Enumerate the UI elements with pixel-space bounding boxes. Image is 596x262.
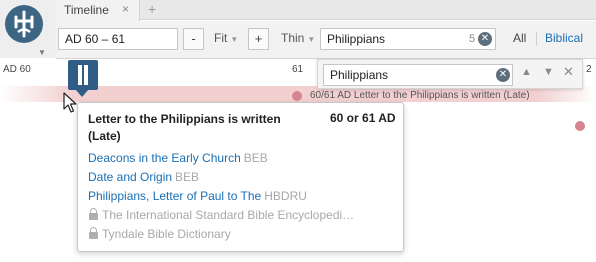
fit-dropdown[interactable]: Fit ▼ [214,31,238,45]
resource-abbr: BEB [175,170,200,184]
find-value: Philippians [330,68,389,82]
find-input[interactable]: Philippians ✕ [323,64,513,86]
bookmark-pin-icon[interactable] [68,60,98,97]
axis-label-start: AD 60 [3,64,31,75]
list-item[interactable]: Deacons in the Early Church BEB [88,151,398,170]
fit-label: Fit [214,31,228,45]
app-logo-icon [5,5,43,43]
axis-label-right: 2 [586,64,592,75]
resource-link[interactable]: Deacons in the Early Church [88,151,241,165]
lock-icon [88,208,98,220]
popover-date: 60 or 61 AD [330,111,396,125]
locked-resource-label: Tyndale Bible Dictionary [102,227,231,241]
filter-biblical-button[interactable]: Biblical [545,31,583,45]
date-range-input[interactable] [58,28,178,50]
chevron-down-icon: ▼ [230,35,239,44]
search-value: Philippians [327,32,386,46]
resource-link[interactable]: Date and Origin [88,170,172,184]
pin-glyph [78,65,88,85]
event-marker[interactable] [292,91,302,101]
list-item[interactable]: Date and Origin BEB [88,170,398,189]
density-dropdown[interactable]: Thin ▼ [281,31,315,45]
resource-abbr: BEB [243,151,268,165]
find-next-icon[interactable]: ▼ [543,66,554,78]
add-tab-button[interactable]: + [148,1,156,17]
close-icon[interactable]: ✕ [563,64,574,80]
locked-resource-label: The International Standard Bible Encyclo… [102,208,355,222]
tab-timeline[interactable]: Timeline × [56,0,140,21]
event-marker[interactable] [575,121,585,131]
list-item[interactable]: The International Standard Bible Encyclo… [88,208,398,227]
lock-icon [88,227,98,239]
event-label[interactable]: 60/61 AD Letter to the Philippians is wr… [310,90,530,101]
close-icon[interactable]: × [122,2,129,16]
density-label: Thin [281,31,305,45]
search-input[interactable]: Philippians 5 ✕ [320,28,496,50]
divider [536,32,537,46]
zoom-in-button[interactable]: + [248,28,269,50]
list-item[interactable]: Tyndale Bible Dictionary [88,227,398,246]
filter-all-button[interactable]: All [513,31,526,45]
toolbar: - Fit▼ + Thin▼ Philippians 5 ✕ All Bibli… [56,21,596,59]
chevron-down-icon: ▼ [307,35,316,44]
find-previous-icon[interactable]: ▲ [521,66,532,78]
popover-title: Letter to the Philippians is written (La… [88,112,281,143]
find-bar: Philippians ✕ ▲ ▼ ✕ [317,59,583,89]
tab-label: Timeline [64,3,109,17]
clear-search-icon[interactable]: ✕ [478,32,492,46]
resource-list: Deacons in the Early Church BEB Date and … [88,151,398,246]
resource-link[interactable]: Philippians, Letter of Paul to The [88,189,261,203]
axis-label-mid: 61 [292,64,304,75]
zoom-out-button[interactable]: - [183,28,204,50]
tab-strip: Timeline × + [56,0,596,21]
clear-find-icon[interactable]: ✕ [496,68,510,82]
event-popover: Letter to the Philippians is written (La… [77,102,404,252]
mouse-pointer-icon [63,92,77,113]
chevron-down-icon: ▼ [38,48,46,57]
list-item[interactable]: Philippians, Letter of Paul to The HBDRU [88,189,398,208]
search-result-count: 5 [469,33,476,45]
app-menu[interactable]: ▼ [0,0,56,58]
resource-abbr: HBDRU [264,189,307,203]
